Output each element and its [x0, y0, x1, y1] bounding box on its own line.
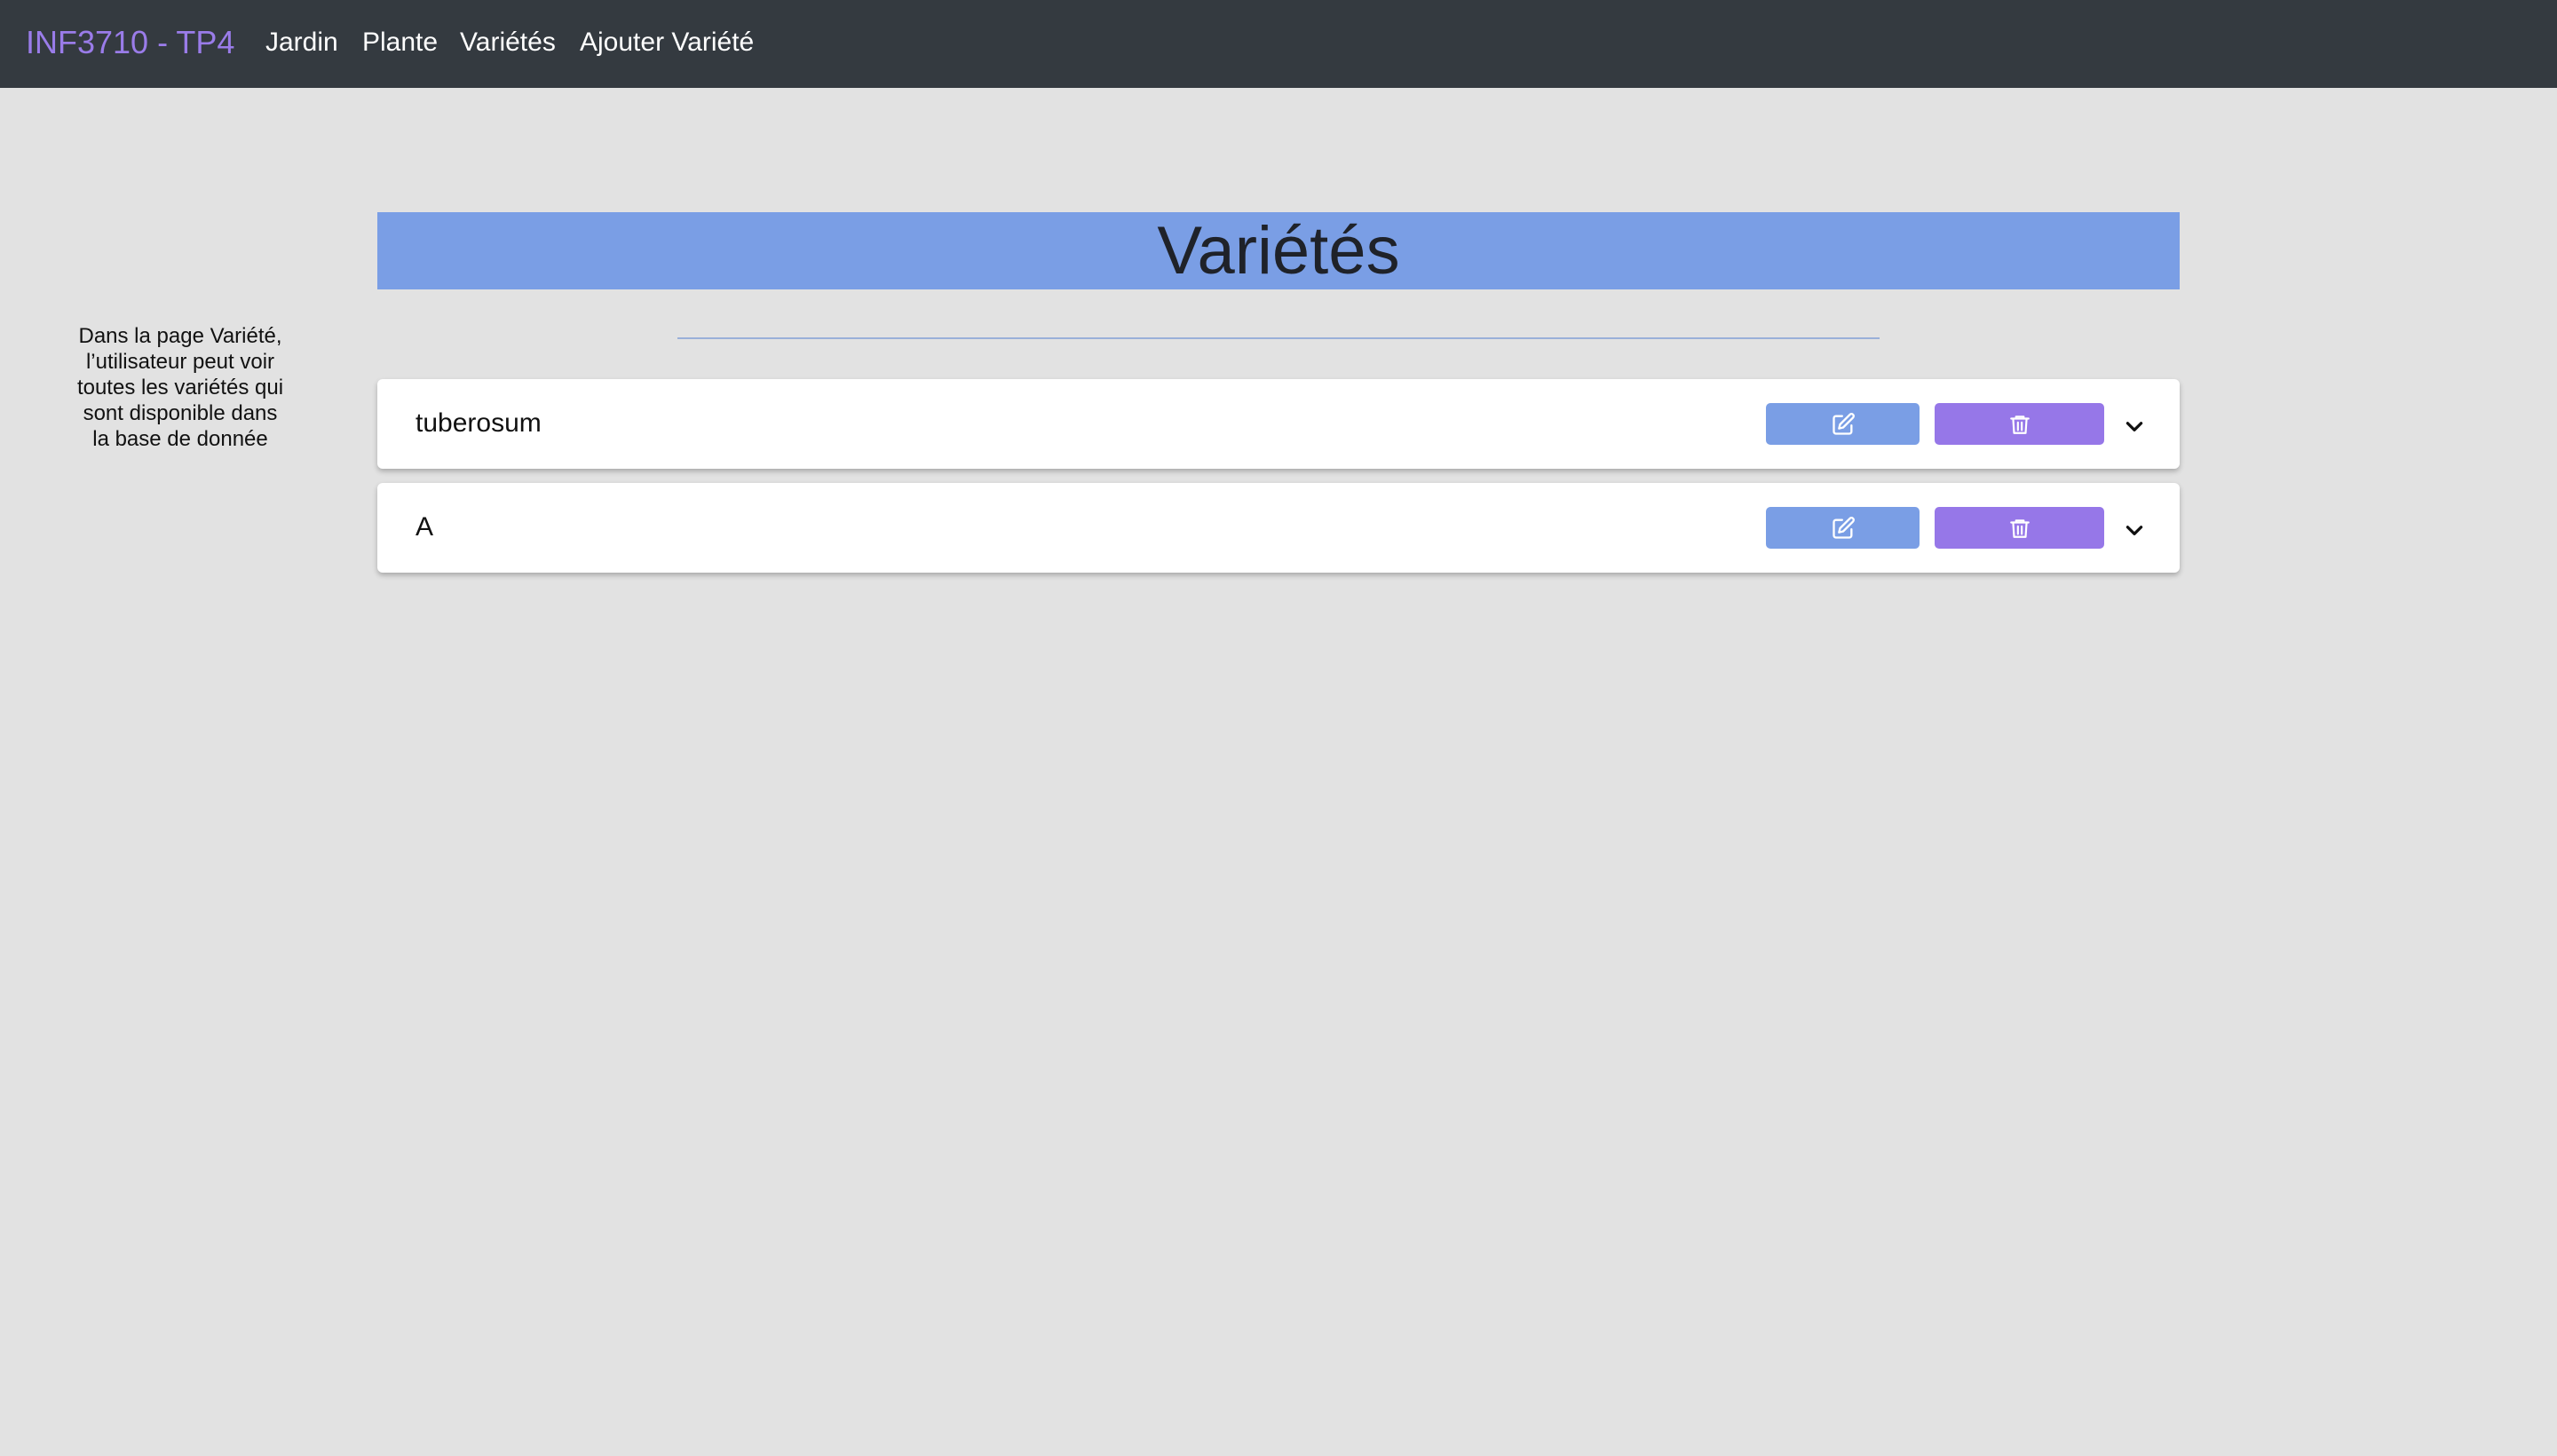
edit-icon: [1832, 412, 1855, 435]
trash-icon: [2009, 518, 2030, 538]
brand-link[interactable]: INF3710 - TP4: [26, 21, 234, 64]
chevron-down-icon[interactable]: [2123, 518, 2146, 542]
variety-name: A: [416, 512, 434, 542]
navbar: INF3710 - TP4 Jardin Plante Variétés Ajo…: [0, 0, 2557, 88]
nav-link-varietes[interactable]: Variétés: [460, 24, 556, 61]
nav-link-plante[interactable]: Plante: [362, 24, 438, 61]
side-note: Dans la page Variété, l’utilisateur peut…: [62, 323, 298, 452]
divider: [677, 337, 1880, 339]
side-note-line: l’utilisateur peut voir: [85, 350, 275, 374]
edit-button[interactable]: [1766, 507, 1920, 549]
side-note-line: la base de donnée: [92, 427, 268, 451]
variety-card: tuberosum: [377, 379, 2180, 469]
edit-button[interactable]: [1766, 403, 1920, 445]
chevron-down-icon[interactable]: [2123, 415, 2146, 438]
side-note-line: sont disponible dans: [83, 401, 278, 425]
side-note-line: toutes les variétés qui: [76, 376, 284, 400]
edit-icon: [1832, 516, 1855, 539]
variety-name: tuberosum: [416, 408, 542, 438]
delete-button[interactable]: [1935, 507, 2104, 549]
nav-link-ajouter-variete[interactable]: Ajouter Variété: [580, 24, 754, 61]
delete-button[interactable]: [1935, 403, 2104, 445]
title-banner: Variétés: [377, 212, 2180, 289]
side-note-line: Dans la page Variété,: [78, 324, 282, 348]
trash-icon: [2009, 415, 2030, 434]
variety-card: A: [377, 483, 2180, 573]
nav-link-jardin[interactable]: Jardin: [265, 24, 338, 61]
page-title: Variétés: [1157, 213, 1400, 289]
